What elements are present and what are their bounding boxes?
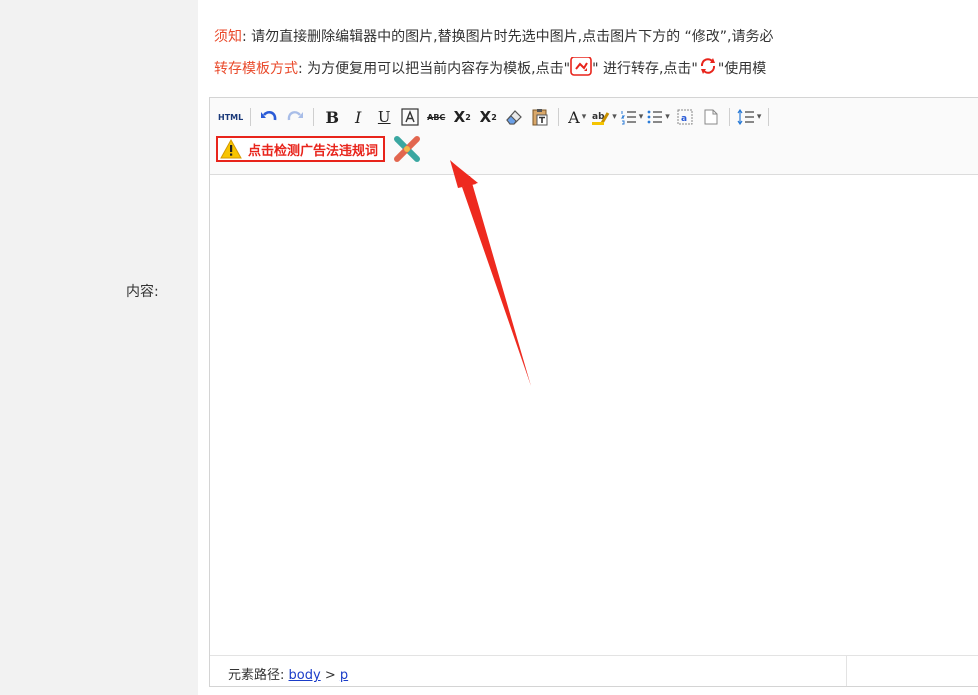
unordered-list-icon (647, 110, 663, 124)
underline-button[interactable]: U (373, 106, 395, 128)
font-border-icon (401, 108, 419, 126)
document-icon (704, 109, 718, 125)
save-template-icon[interactable] (570, 57, 592, 80)
paste-text-button[interactable] (529, 106, 551, 128)
eraser-icon (506, 110, 523, 125)
toolbar-separator (728, 108, 730, 126)
warning-icon (220, 139, 242, 159)
toolbar-separator (768, 108, 770, 126)
subscript-label: X (479, 108, 492, 126)
font-border-button[interactable] (399, 106, 421, 128)
toolbar-row-main: HTML B I U ABC X2 X2 A ▾ ab ▾ ▾ ▾ a ▾ (216, 105, 774, 129)
select-all-icon: a (677, 109, 693, 125)
unordered-list-button[interactable]: ▾ (647, 106, 670, 128)
svg-text:a: a (681, 114, 687, 124)
ad-law-check-label: 点击检测广告法违规词 (248, 143, 379, 159)
chevron-down-icon: ▾ (581, 112, 587, 122)
note-image-tip-label: 须知 (214, 29, 242, 45)
font-color-label: A (568, 107, 580, 127)
tools-icon (394, 136, 421, 162)
ordered-list-icon (620, 111, 636, 125)
bold-button[interactable]: B (321, 106, 343, 128)
note-line-template-tip: 转存模板方式: 为方便复用可以把当前内容存为模板,点击" " 进行转存,点击" "使… (214, 57, 978, 81)
superscript-label: X (453, 108, 466, 126)
chevron-down-icon: ▾ (612, 112, 617, 122)
note-template-tip-text-c: "使用模 (717, 61, 767, 77)
toolbar-separator (250, 108, 252, 126)
editor-statusbar: 元素路径: body > p (210, 655, 978, 686)
chevron-down-icon: ▾ (638, 112, 644, 122)
select-all-button[interactable]: a (674, 106, 696, 128)
element-path: 元素路径: body > p (228, 664, 348, 683)
toolbar-separator (558, 108, 560, 126)
element-path-separator: > (324, 668, 336, 683)
highlight-icon: ab (592, 112, 610, 125)
tools-plugin-button[interactable] (392, 135, 422, 163)
form-label-column: 内容: (0, 0, 198, 695)
redo-button[interactable] (284, 106, 306, 128)
undo-button[interactable] (258, 106, 280, 128)
element-path-label: 元素路径: (228, 668, 285, 683)
ordered-list-button[interactable]: ▾ (620, 106, 644, 128)
statusbar-divider (846, 656, 847, 686)
undo-icon (261, 110, 277, 121)
font-color-button[interactable]: A ▾ (566, 106, 588, 128)
html-source-button[interactable]: HTML (218, 106, 243, 128)
element-path-p-link[interactable]: p (340, 668, 348, 683)
eraser-button[interactable] (503, 106, 525, 128)
paste-icon (532, 109, 548, 126)
chevron-down-icon: ▾ (756, 112, 762, 122)
rich-text-editor: HTML B I U ABC X2 X2 A ▾ ab ▾ ▾ ▾ a ▾ 点击… (209, 97, 978, 687)
redo-icon (288, 111, 304, 121)
editor-toolbar: HTML B I U ABC X2 X2 A ▾ ab ▾ ▾ ▾ a ▾ 点击… (210, 98, 978, 175)
editor-content-area[interactable] (210, 175, 978, 656)
note-template-tip-text-a: : 为方便复用可以把当前内容存为模板,点击" (298, 61, 571, 77)
note-image-tip-text: : 请勿直接删除编辑器中的图片,替换图片时先选中图片,点击图片下方的 “修改”,… (242, 29, 774, 45)
toolbar-separator (313, 108, 315, 126)
clear-document-button[interactable] (700, 106, 722, 128)
ad-law-check-button[interactable]: 点击检测广告法违规词 (216, 136, 386, 162)
content-field-label: 内容: (126, 284, 159, 300)
superscript-button[interactable]: X2 (451, 106, 473, 128)
note-template-tip-label: 转存模板方式 (214, 61, 298, 77)
note-template-tip-text-b: " 进行转存,点击" (592, 61, 698, 77)
note-line-image-tip: 须知: 请勿直接删除编辑器中的图片,替换图片时先选中图片,点击图片下方的 “修改… (214, 26, 978, 46)
line-height-button[interactable]: ▾ (737, 106, 762, 128)
use-template-icon[interactable] (698, 57, 718, 79)
element-path-body-link[interactable]: body (289, 668, 321, 683)
subscript-button[interactable]: X2 (477, 106, 499, 128)
line-height-icon (737, 109, 754, 125)
chevron-down-icon: ▾ (665, 112, 670, 122)
highlight-color-button[interactable]: ab ▾ (592, 106, 617, 128)
italic-button[interactable]: I (347, 106, 369, 128)
toolbar-row-plugins: 点击检测广告法违规词 (216, 134, 422, 164)
strikethrough-button[interactable]: ABC (425, 106, 447, 128)
